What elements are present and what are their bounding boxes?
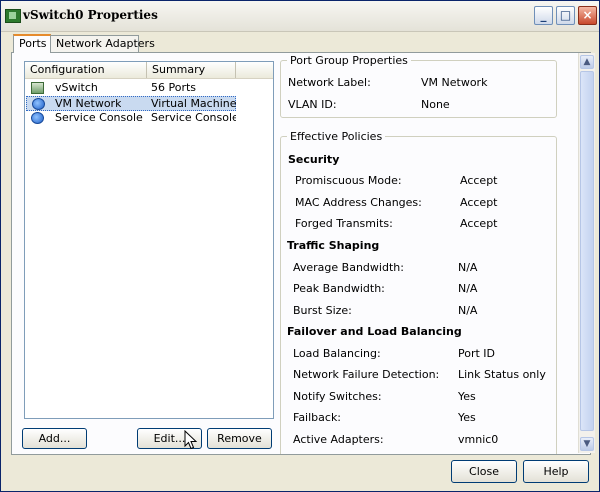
network-globe-icon bbox=[31, 112, 44, 124]
forged-transmits-label: Forged Transmits: bbox=[295, 217, 393, 230]
row-configuration: VM Network bbox=[55, 97, 122, 110]
column-header-configuration[interactable]: Configuration bbox=[25, 62, 147, 78]
list-header: Configuration Summary bbox=[25, 62, 273, 79]
failover-heading: Failover and Load Balancing bbox=[287, 325, 462, 338]
properties-pane: Port Group Properties Network Label: VM … bbox=[280, 53, 574, 454]
promiscuous-mode-label: Promiscuous Mode: bbox=[295, 174, 402, 187]
burst-size-label: Burst Size: bbox=[293, 304, 352, 317]
failback-value: Yes bbox=[458, 411, 476, 424]
peak-bandwidth-label: Peak Bandwidth: bbox=[293, 282, 385, 295]
failback-label: Failback: bbox=[293, 411, 342, 424]
notify-switches-value: Yes bbox=[458, 390, 476, 403]
load-balancing-label: Load Balancing: bbox=[293, 347, 381, 360]
row-summary: Virtual Machine ... bbox=[151, 97, 236, 110]
mac-address-changes-label: MAC Address Changes: bbox=[295, 196, 422, 209]
active-adapters-label: Active Adapters: bbox=[293, 433, 384, 446]
burst-size-value: N/A bbox=[458, 304, 478, 317]
port-group-legend: Port Group Properties bbox=[287, 54, 411, 67]
vlan-id-value: None bbox=[421, 98, 450, 111]
effective-policies-legend: Effective Policies bbox=[287, 130, 386, 143]
network-globe-icon bbox=[32, 98, 45, 110]
close-button[interactable]: Close bbox=[451, 460, 517, 483]
network-failure-detection-label: Network Failure Detection: bbox=[293, 368, 440, 381]
minimize-icon: _ bbox=[540, 8, 547, 22]
list-row-vswitch[interactable]: vSwitch 56 Ports bbox=[26, 81, 236, 96]
scroll-thumb[interactable] bbox=[580, 71, 594, 431]
row-summary: 56 Ports bbox=[151, 81, 197, 94]
help-button[interactable]: Help bbox=[523, 460, 589, 483]
notify-switches-label: Notify Switches: bbox=[293, 390, 382, 403]
port-configuration-list[interactable]: Configuration Summary vSwitch 56 Ports V… bbox=[24, 61, 274, 419]
vswitch-icon bbox=[31, 82, 44, 94]
scroll-down-button[interactable]: ▼ bbox=[580, 437, 594, 451]
network-label-value: VM Network bbox=[421, 76, 488, 89]
network-label-label: Network Label: bbox=[288, 76, 371, 89]
maximize-button[interactable]: □ bbox=[556, 6, 575, 25]
promiscuous-mode-value: Accept bbox=[460, 174, 498, 187]
row-configuration: vSwitch bbox=[55, 81, 98, 94]
window-title: vSwitch0 Properties bbox=[23, 8, 158, 22]
maximize-icon: □ bbox=[559, 8, 572, 22]
add-button[interactable]: Add... bbox=[22, 428, 87, 449]
security-heading: Security bbox=[288, 153, 340, 166]
peak-bandwidth-value: N/A bbox=[458, 282, 478, 295]
network-failure-detection-value: Link Status only bbox=[458, 368, 546, 381]
ports-tab-panel: Configuration Summary vSwitch 56 Ports V… bbox=[11, 52, 595, 455]
mac-address-changes-value: Accept bbox=[460, 196, 498, 209]
load-balancing-value: Port ID bbox=[458, 347, 496, 360]
title-bar[interactable]: vSwitch0 Properties _ □ × bbox=[1, 1, 599, 32]
active-adapters-value: vmnic0 bbox=[458, 433, 499, 446]
column-header-summary[interactable]: Summary bbox=[147, 62, 236, 78]
properties-window: vSwitch0 Properties _ □ × Ports Network … bbox=[0, 0, 600, 492]
traffic-shaping-heading: Traffic Shaping bbox=[287, 239, 380, 252]
average-bandwidth-value: N/A bbox=[458, 261, 478, 274]
scroll-up-button[interactable]: ▲ bbox=[580, 55, 594, 69]
row-summary: Service Console ... bbox=[151, 111, 236, 124]
vswitch-app-icon bbox=[5, 9, 21, 23]
properties-scrollbar[interactable]: ▲ ▼ bbox=[578, 53, 595, 453]
list-row-vm-network[interactable]: VM Network Virtual Machine ... bbox=[26, 96, 236, 111]
minimize-button[interactable]: _ bbox=[534, 6, 553, 25]
row-configuration: Service Console bbox=[55, 111, 143, 124]
vlan-id-label: VLAN ID: bbox=[288, 98, 337, 111]
tab-ports[interactable]: Ports bbox=[13, 34, 51, 53]
close-window-button[interactable]: × bbox=[578, 6, 597, 25]
port-group-properties-group: Port Group Properties Network Label: VM … bbox=[280, 54, 557, 118]
forged-transmits-value: Accept bbox=[460, 217, 498, 230]
effective-policies-group: Effective Policies Security Promiscuous … bbox=[280, 130, 557, 454]
average-bandwidth-label: Average Bandwidth: bbox=[293, 261, 404, 274]
tab-network-adapters[interactable]: Network Adapters bbox=[50, 35, 155, 52]
remove-button[interactable]: Remove bbox=[207, 428, 272, 449]
close-icon: × bbox=[582, 8, 593, 22]
list-row-service-console[interactable]: Service Console Service Console ... bbox=[26, 111, 236, 126]
